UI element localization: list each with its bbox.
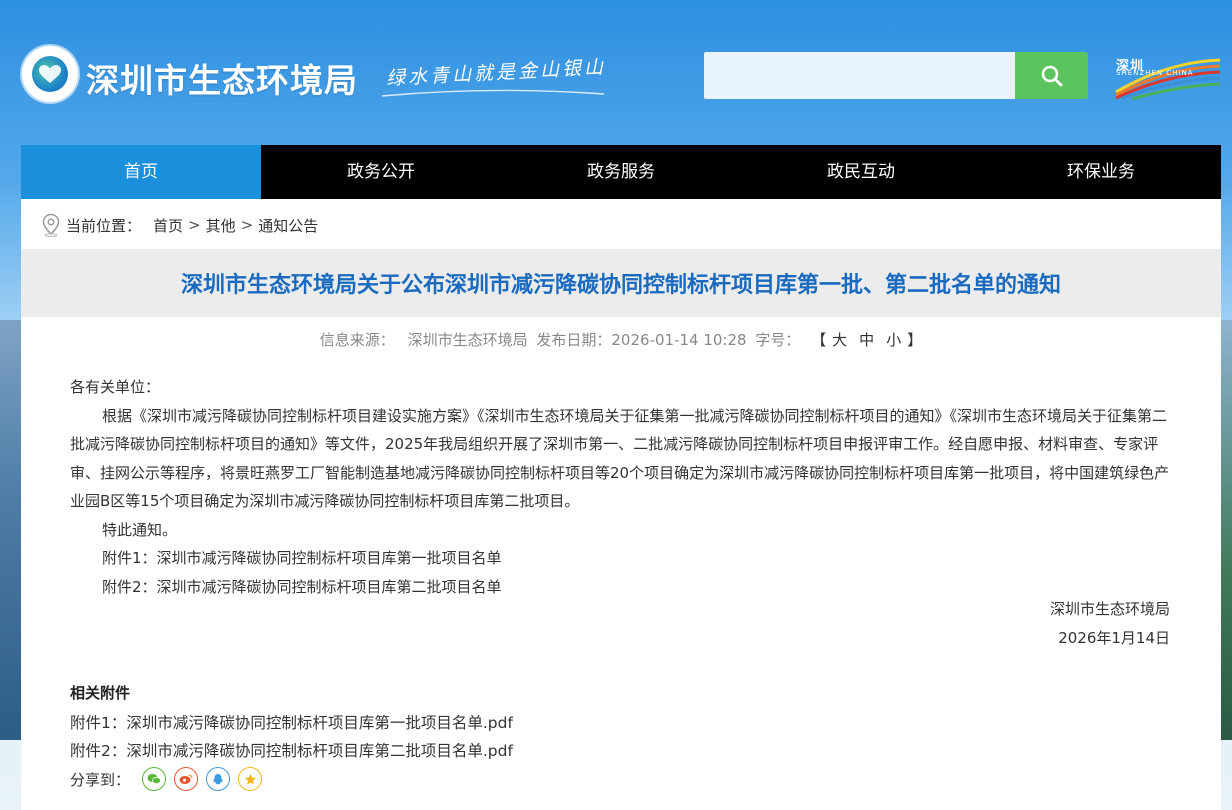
share-label: 分享到： [70, 770, 131, 789]
breadcrumb-notices[interactable]: 通知公告 [258, 215, 318, 236]
fontsize-medium-button[interactable]: 中 [859, 331, 874, 349]
related-attachments-title: 相关附件 [70, 684, 131, 702]
slogan-swoosh [381, 89, 605, 97]
article-title-bar: 深圳市生态环境局关于公布深圳市减污降碳协同控制标杆项目库第一批、第二批名单的通知 [21, 249, 1221, 317]
breadcrumb: 当前位置： 首页 > 其他 > 通知公告 [41, 213, 318, 237]
fontsize-small-button[interactable]: 小 [886, 331, 901, 349]
signature: 深圳市生态环境局 [1049, 600, 1170, 618]
main-paragraph: 根据《深圳市减污降碳协同控制标杆项目建设实施方案》《深圳市生态环境局关于征集第一… [70, 406, 1170, 511]
site-logo[interactable] [22, 46, 78, 102]
header: 深圳市生态环境局 绿水青山就是金山银山 深圳 SHENZHEN CHINA [0, 0, 1232, 145]
breadcrumb-other[interactable]: 其他 [206, 215, 236, 236]
attachment-link-2[interactable]: 附件2：深圳市减污降碳协同控制标杆项目库第二批项目名单.pdf [70, 739, 513, 761]
breadcrumb-prefix: 当前位置： [66, 216, 142, 235]
nav-item-government-services[interactable]: 政务服务 [501, 145, 741, 199]
qq-icon[interactable] [206, 767, 231, 791]
nav-item-environmental-business[interactable]: 环保业务 [981, 145, 1221, 199]
salutation: 各有关单位： [70, 378, 161, 396]
slogan: 绿水青山就是金山银山 [385, 56, 607, 90]
inline-attachment-1: 附件1：深圳市减污降碳协同控制标杆项目库第一批项目名单 [102, 549, 502, 567]
source-label: 信息来源： [319, 331, 395, 349]
source-value: 深圳市生态环境局 [407, 331, 528, 349]
background-left-scenery [0, 320, 22, 740]
inline-attachment-2: 附件2：深圳市减污降碳协同控制标杆项目库第二批项目名单 [102, 577, 502, 596]
article-body: 各有关单位： 根据《深圳市减污降碳协同控制标杆项目建设实施方案》《深圳市生态环境… [70, 373, 1170, 601]
breadcrumb-home[interactable]: 首页 [153, 215, 183, 236]
main-nav: 首页 政务公开 政务服务 政民互动 环保业务 [21, 145, 1221, 199]
search-input[interactable] [704, 52, 1015, 99]
bracket-close: 】 [907, 331, 923, 349]
bracket-open: 【 [811, 331, 827, 349]
search-icon [1041, 65, 1062, 86]
fontsize-label: 字号： [755, 331, 801, 349]
qzone-icon[interactable] [238, 767, 263, 791]
date-value: 2026-01-14 10:28 [611, 331, 747, 349]
nav-item-interaction[interactable]: 政民互动 [741, 145, 981, 199]
sign-date: 2026年1月14日 [1058, 629, 1170, 647]
nav-item-home[interactable]: 首页 [21, 145, 261, 199]
shenzhen-logo-subtext: SHENZHEN CHINA [1116, 69, 1194, 77]
heart-icon [39, 65, 61, 83]
search-button[interactable] [1015, 52, 1088, 99]
attachment-link-1[interactable]: 附件1：深圳市减污降碳协同控制标杆项目库第一批项目名单.pdf [70, 711, 513, 733]
nav-item-government-affairs[interactable]: 政务公开 [261, 145, 501, 199]
notice-line: 特此通知。 [102, 520, 178, 539]
breadcrumb-separator: > [240, 216, 254, 234]
date-label: 发布日期： [536, 331, 612, 349]
site-title[interactable]: 深圳市生态环境局 [86, 54, 358, 102]
location-pin-icon [42, 213, 60, 237]
article-meta: 信息来源： 深圳市生态环境局 发布日期：2026-01-14 10:28 字号：… [21, 329, 1221, 350]
article-title: 深圳市生态环境局关于公布深圳市减污降碳协同控制标杆项目库第一批、第二批名单的通知 [180, 273, 1061, 298]
wechat-icon[interactable] [142, 767, 167, 791]
background-right-scenery [1220, 320, 1232, 740]
breadcrumb-separator: > [188, 216, 201, 234]
fontsize-large-button[interactable]: 大 [832, 331, 847, 349]
weibo-icon[interactable] [174, 767, 199, 791]
share-bar: 分享到： [70, 767, 263, 791]
content-panel: 当前位置： 首页 > 其他 > 通知公告 深圳市生态环境局关于公布深圳市减污降碳… [21, 199, 1221, 810]
